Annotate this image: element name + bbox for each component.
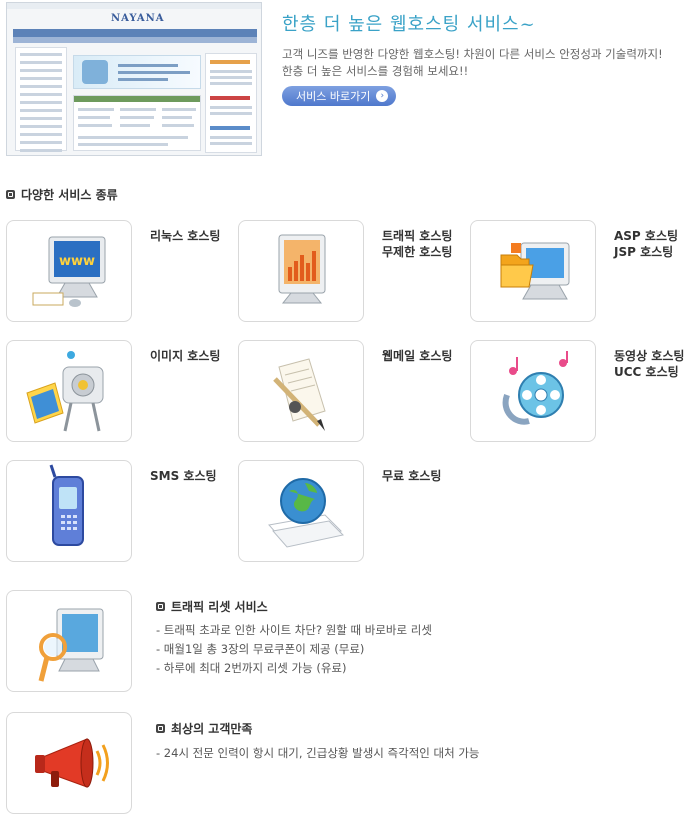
service-card-video[interactable] xyxy=(470,340,596,442)
megaphone-icon xyxy=(35,738,109,788)
service-label-traffic: 트래픽 호스팅 무제한 호스팅 xyxy=(382,229,453,259)
preview-top-bar xyxy=(7,3,261,9)
service-card-linux[interactable]: www xyxy=(6,220,132,322)
chevron-right-icon: › xyxy=(376,90,389,102)
promo-desc-line-2: 한층 더 높은 서비스를 경험해 보세요!! xyxy=(282,64,469,78)
promo-title: 한층 더 높은 웹호스팅 서비스~ xyxy=(282,14,536,35)
service-card-free[interactable] xyxy=(238,460,364,562)
service-label-image: 이미지 호스팅 xyxy=(150,349,221,363)
bullet-icon xyxy=(6,190,15,199)
service-label-free: 무료 호스팅 xyxy=(382,469,442,483)
traffic-reset-list: - 트래픽 초과로 인한 사이트 차단? 원할 때 바로바로 리셋 - 매월1일… xyxy=(156,621,432,678)
preview-sidebar xyxy=(15,47,67,152)
preview-nav xyxy=(13,29,257,37)
customer-satisfaction-heading: 최상의 고객만족 xyxy=(156,720,252,737)
service-card-sms[interactable] xyxy=(6,460,132,562)
services-heading: 다양한 서비스 종류 xyxy=(6,186,118,203)
promo-desc-line-1: 고객 니즈를 반영한 다양한 웹호스팅! 차원이 다른 서비스 안정성과 기술력… xyxy=(282,47,663,61)
pen-letter-icon xyxy=(273,358,326,431)
promo-description: 고객 니즈를 반영한 다양한 웹호스팅! 차원이 다른 서비스 안정성과 기술력… xyxy=(282,46,663,80)
service-card-webmail[interactable] xyxy=(238,340,364,442)
svg-text:www: www xyxy=(59,254,95,269)
service-label-sms: SMS 호스팅 xyxy=(150,469,217,483)
film-reel-icon xyxy=(502,351,568,425)
service-label-webmail: 웹메일 호스팅 xyxy=(382,349,453,363)
monitor-www-icon: www xyxy=(32,236,106,307)
mobile-phone-icon xyxy=(49,464,84,546)
traffic-reset-heading: 트래픽 리셋 서비스 xyxy=(156,598,268,615)
hosting-site-preview: NAYANA xyxy=(6,2,262,156)
preview-right-column xyxy=(205,53,257,153)
preview-subnav xyxy=(13,37,257,43)
service-card-asp[interactable] xyxy=(470,220,596,322)
service-shortcut-button[interactable]: 서비스 바로가기 › xyxy=(282,86,397,106)
traffic-reset-title: 트래픽 리셋 서비스 xyxy=(171,600,268,614)
projector-icon xyxy=(26,351,104,432)
customer-satisfaction-image xyxy=(6,712,132,814)
list-item: - 매월1일 총 3장의 무료쿠폰이 제공 (무료) xyxy=(156,642,365,656)
traffic-reset-image xyxy=(6,590,132,692)
services-heading-text: 다양한 서비스 종류 xyxy=(21,188,118,202)
globe-documents-icon xyxy=(268,478,345,548)
list-item: - 24시 전문 인력이 항시 대기, 긴급상황 발생시 즉각적인 대처 가능 xyxy=(156,746,480,760)
service-card-traffic[interactable] xyxy=(238,220,364,322)
preview-content xyxy=(73,95,201,151)
service-label-asp: ASP 호스팅 JSP 호스팅 xyxy=(614,229,679,259)
list-item: - 트래픽 초과로 인한 사이트 차단? 원할 때 바로바로 리셋 xyxy=(156,623,432,637)
bullet-icon xyxy=(156,602,165,611)
customer-satisfaction-title: 최상의 고객만족 xyxy=(171,722,253,736)
monitor-magnifier-icon xyxy=(38,608,104,682)
service-label-linux: 리눅스 호스팅 xyxy=(150,229,221,243)
service-card-image[interactable] xyxy=(6,340,132,442)
service-shortcut-label: 서비스 바로가기 xyxy=(296,90,371,103)
customer-satisfaction-list: - 24시 전문 인력이 항시 대기, 긴급상황 발생시 즉각적인 대처 가능 xyxy=(156,744,480,763)
service-label-video: 동영상 호스팅 UCC 호스팅 xyxy=(614,349,685,379)
monitor-chart-icon xyxy=(278,234,326,304)
preview-logo: NAYANA xyxy=(111,13,165,24)
bullet-icon xyxy=(156,724,165,733)
monitor-folder-icon xyxy=(500,242,570,300)
preview-banner xyxy=(73,55,201,89)
list-item: - 하루에 최대 2번까지 리셋 가능 (유료) xyxy=(156,661,347,675)
